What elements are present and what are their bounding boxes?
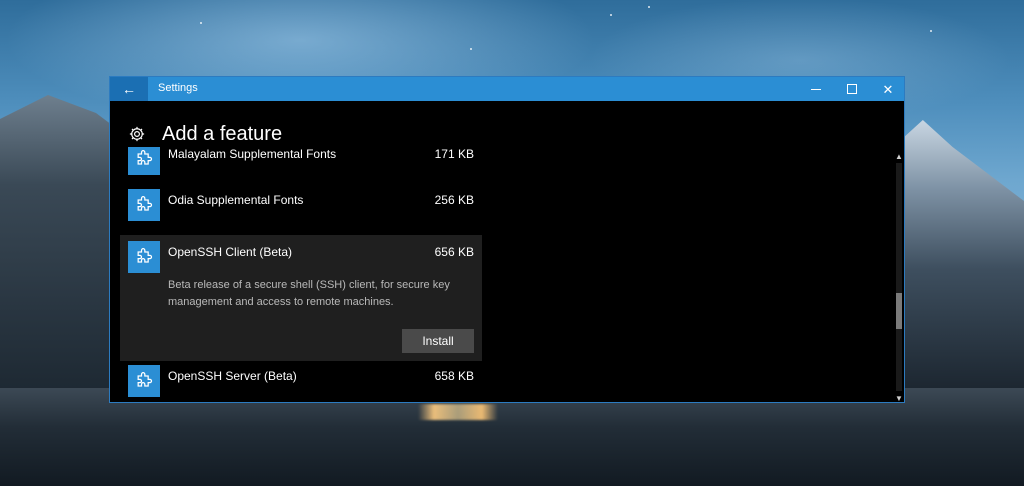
feature-description: Beta release of a secure shell (SSH) cli… bbox=[168, 279, 450, 308]
list-item[interactable]: Malayalam Supplemental Fonts 171 KB bbox=[120, 147, 482, 183]
maximize-button[interactable] bbox=[834, 77, 870, 101]
title-bar[interactable]: ← Settings ✕ bbox=[110, 77, 904, 101]
minimize-button[interactable] bbox=[798, 77, 834, 101]
star bbox=[200, 22, 202, 24]
feature-name: OpenSSH Server (Beta) bbox=[168, 369, 297, 383]
wallpaper-lights bbox=[418, 404, 498, 420]
scroll-down-icon[interactable]: ▼ bbox=[894, 393, 904, 403]
puzzle-icon bbox=[128, 189, 160, 221]
feature-name: Odia Supplemental Fonts bbox=[168, 193, 304, 207]
star bbox=[470, 48, 472, 50]
star bbox=[930, 30, 932, 32]
puzzle-icon bbox=[128, 241, 160, 273]
page-header: Add a feature bbox=[128, 121, 282, 147]
feature-size: 256 KB bbox=[434, 193, 474, 207]
star bbox=[648, 6, 650, 8]
page-title: Add a feature bbox=[162, 122, 283, 145]
scrollbar[interactable]: ▲ ▼ bbox=[894, 151, 904, 403]
back-button[interactable]: ← bbox=[110, 77, 148, 101]
feature-name: OpenSSH Client (Beta) bbox=[168, 245, 293, 259]
feature-size: 171 KB bbox=[434, 147, 474, 161]
feature-size: 656 KB bbox=[434, 245, 474, 259]
gear-icon bbox=[129, 126, 145, 142]
close-icon: ✕ bbox=[882, 81, 894, 97]
wallpaper-mountain-left bbox=[0, 95, 120, 395]
close-button[interactable]: ✕ bbox=[870, 77, 906, 101]
install-button[interactable]: Install bbox=[402, 329, 474, 353]
puzzle-icon bbox=[128, 147, 160, 175]
feature-size: 658 KB bbox=[434, 369, 474, 383]
scroll-thumb[interactable] bbox=[896, 293, 902, 329]
list-item[interactable]: OpenSSH Server (Beta) 658 KB bbox=[120, 365, 482, 401]
star bbox=[610, 14, 612, 16]
feature-list: Malayalam Supplemental Fonts 171 KB Odia… bbox=[120, 147, 482, 401]
list-item-expanded[interactable]: OpenSSH Client (Beta) 656 KB Beta releas… bbox=[120, 235, 482, 361]
list-item[interactable]: Odia Supplemental Fonts 256 KB bbox=[120, 189, 482, 229]
minimize-icon bbox=[811, 88, 821, 90]
settings-window: ← Settings ✕ Add a feature Malayalam Sup… bbox=[109, 76, 905, 403]
window-title: Settings bbox=[158, 82, 198, 94]
scroll-up-icon[interactable]: ▲ bbox=[894, 151, 904, 161]
puzzle-icon bbox=[128, 365, 160, 397]
maximize-icon bbox=[847, 84, 857, 94]
scroll-track[interactable] bbox=[896, 163, 902, 391]
back-arrow-icon: ← bbox=[122, 81, 136, 97]
feature-name: Malayalam Supplemental Fonts bbox=[168, 147, 337, 161]
